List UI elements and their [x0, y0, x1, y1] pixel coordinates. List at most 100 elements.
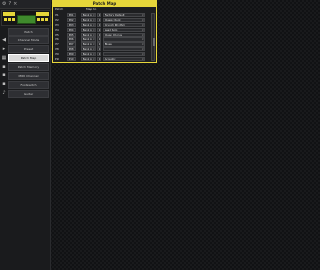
- scrollbar-thumb[interactable]: [152, 38, 155, 46]
- patch-name-select[interactable]: Crunch Rhythm ▾: [103, 22, 145, 27]
- bank-select[interactable]: Bank A ▾: [81, 32, 96, 37]
- channel-field-text: 1: [98, 53, 101, 57]
- device-button[interactable]: [4, 18, 7, 21]
- column-header-patch: Patch: [55, 7, 64, 11]
- bank-select-text: Bank A: [82, 48, 92, 52]
- patch-name-select[interactable]: ▾: [103, 47, 145, 52]
- bank-select[interactable]: Bank A ▾: [81, 27, 96, 32]
- channel-field[interactable]: 1: [97, 27, 101, 32]
- patch-number-label: P10: [54, 57, 60, 61]
- patch-name-select[interactable]: ▾: [103, 37, 145, 42]
- device-button[interactable]: [41, 18, 44, 21]
- channel-field-text: 1: [98, 48, 101, 52]
- patch-name-select[interactable]: Lead Solo ▾: [103, 27, 145, 32]
- bank-select-text: Bank A: [82, 28, 92, 32]
- patch-number-select-text: P10: [68, 58, 74, 62]
- channel-field[interactable]: 1: [97, 57, 101, 62]
- patch-number-label: P3: [54, 23, 60, 27]
- patch-name-select[interactable]: Factory Default ▾: [103, 13, 145, 18]
- help-icon[interactable]: ?: [8, 1, 11, 7]
- patch-name-select[interactable]: Clean Chorus ▾: [103, 32, 145, 37]
- device-button[interactable]: [37, 18, 40, 21]
- channel-field[interactable]: 1: [97, 13, 101, 18]
- sidebar-item-patch[interactable]: Patch: [0, 27, 50, 36]
- sidebar-item-guitar[interactable]: ♪ Guitar: [0, 89, 50, 98]
- bank-select[interactable]: Bank A ▾: [81, 57, 96, 62]
- patch-name-select[interactable]: Blues ▾: [103, 42, 145, 47]
- chevron-down-icon: ▾: [142, 53, 144, 57]
- patch-number-label-text: P4: [55, 28, 59, 32]
- patch-number-select-text: P02: [68, 18, 74, 22]
- patch-number-label-text: P2: [55, 18, 59, 22]
- patch-number-select-text: P09: [68, 53, 74, 57]
- chevron-down-icon: ▾: [142, 23, 144, 27]
- device-left-label: [3, 12, 15, 16]
- patch-number-select[interactable]: P05: [67, 32, 76, 37]
- channel-field[interactable]: 1: [97, 47, 101, 52]
- channel-field[interactable]: 1: [97, 52, 101, 57]
- patch-number-label: P8: [54, 47, 60, 51]
- bank-select[interactable]: Bank A ▾: [81, 22, 96, 27]
- patch-number-select-text: P04: [68, 28, 74, 32]
- chevron-down-icon: ▾: [142, 48, 144, 52]
- patch-number-select[interactable]: P02: [67, 17, 76, 23]
- sidebar-item-preset[interactable]: ▸ Preset: [0, 45, 50, 54]
- sidebar-item-label: Preset: [8, 45, 49, 54]
- dialog-header: Patch Map to: [53, 7, 156, 12]
- patch-number-select[interactable]: P04: [67, 27, 76, 32]
- bank-select[interactable]: Bank A ▾: [81, 13, 96, 18]
- patch-name-select[interactable]: Classic Rock ▾: [103, 17, 145, 23]
- sidebar-item-channel-mode[interactable]: ◀ Channel Mode: [0, 36, 50, 45]
- channel-field-text: 1: [98, 18, 101, 22]
- chevron-down-icon: ▾: [93, 48, 95, 52]
- patch-number-select[interactable]: P06: [67, 37, 76, 42]
- patch-number-select[interactable]: P08: [67, 47, 76, 52]
- patch-number-select[interactable]: P10: [67, 57, 76, 62]
- channel-field-text: 1: [98, 58, 101, 62]
- patch-name-select[interactable]: ▾: [103, 52, 145, 57]
- bank-select[interactable]: Bank A ▾: [81, 37, 96, 42]
- bank-select[interactable]: Bank A ▾: [81, 47, 96, 52]
- patch-number-select-text: P08: [68, 48, 74, 52]
- channel-field[interactable]: 1: [97, 32, 101, 37]
- device-button[interactable]: [8, 18, 11, 21]
- sidebar-item-patch-memory[interactable]: ▪ Patch Memory: [0, 63, 50, 72]
- channel-field[interactable]: 1: [97, 22, 101, 27]
- sidebar-item-patch-map[interactable]: ▦ Patch Map: [0, 54, 50, 63]
- sidebar-nav: Patch ◀ Channel Mode ▸ Preset ▦ Patch Ma…: [0, 27, 50, 99]
- patch-number-select-text: P05: [68, 33, 74, 37]
- channel-field[interactable]: 1: [97, 42, 101, 47]
- sidebar-item-footswitch[interactable]: ▪ Footswitch: [0, 80, 50, 89]
- patch-map-dialog: Patch Map Patch Map to P1 P01 Bank A ▾ 1 Fact…: [52, 0, 157, 63]
- chevron-down-icon: ▾: [142, 33, 144, 37]
- sidebar-item-midi-channel[interactable]: ▪ MIDI Channel: [0, 71, 50, 80]
- scrollbar[interactable]: [151, 13, 155, 61]
- close-icon[interactable]: ×: [13, 1, 17, 7]
- patch-name-select-text: Blues: [104, 43, 112, 47]
- grid-icon: ▦: [1, 54, 7, 61]
- sidebar-item-label: Footswitch: [8, 80, 49, 89]
- patch-number-select[interactable]: P01: [67, 13, 76, 18]
- patch-number-label-text: P6: [55, 38, 59, 42]
- device-button[interactable]: [45, 18, 48, 21]
- channel-field[interactable]: 1: [97, 17, 101, 23]
- patch-number-select[interactable]: P07: [67, 42, 76, 47]
- sidebar: ⚙ ? × Patch ◀ Channel Mode ▸ Preset ▦ Pa…: [0, 0, 51, 270]
- gear-icon[interactable]: ⚙: [2, 1, 6, 7]
- bank-select-text: Bank A: [82, 18, 92, 22]
- patch-name-select[interactable]: Acoustic ▾: [103, 57, 145, 62]
- device-button[interactable]: [12, 18, 15, 21]
- patch-number-select[interactable]: P09: [67, 52, 76, 57]
- chevron-down-icon: ▾: [142, 58, 144, 62]
- bank-select[interactable]: Bank A ▾: [81, 17, 96, 23]
- bank-select[interactable]: Bank A ▾: [81, 52, 96, 57]
- patch-name-select-text: Acoustic: [104, 58, 116, 62]
- channel-field[interactable]: 1: [97, 37, 101, 42]
- bank-select[interactable]: Bank A ▾: [81, 42, 96, 47]
- patch-name-select-text: Lead Solo: [104, 28, 118, 32]
- patch-number-label: P4: [54, 28, 60, 32]
- patch-number-label: P1: [54, 13, 60, 17]
- patch-number-select[interactable]: P03: [67, 22, 76, 27]
- patch-number-label-text: P10: [55, 58, 60, 62]
- bank-select-text: Bank A: [82, 38, 92, 42]
